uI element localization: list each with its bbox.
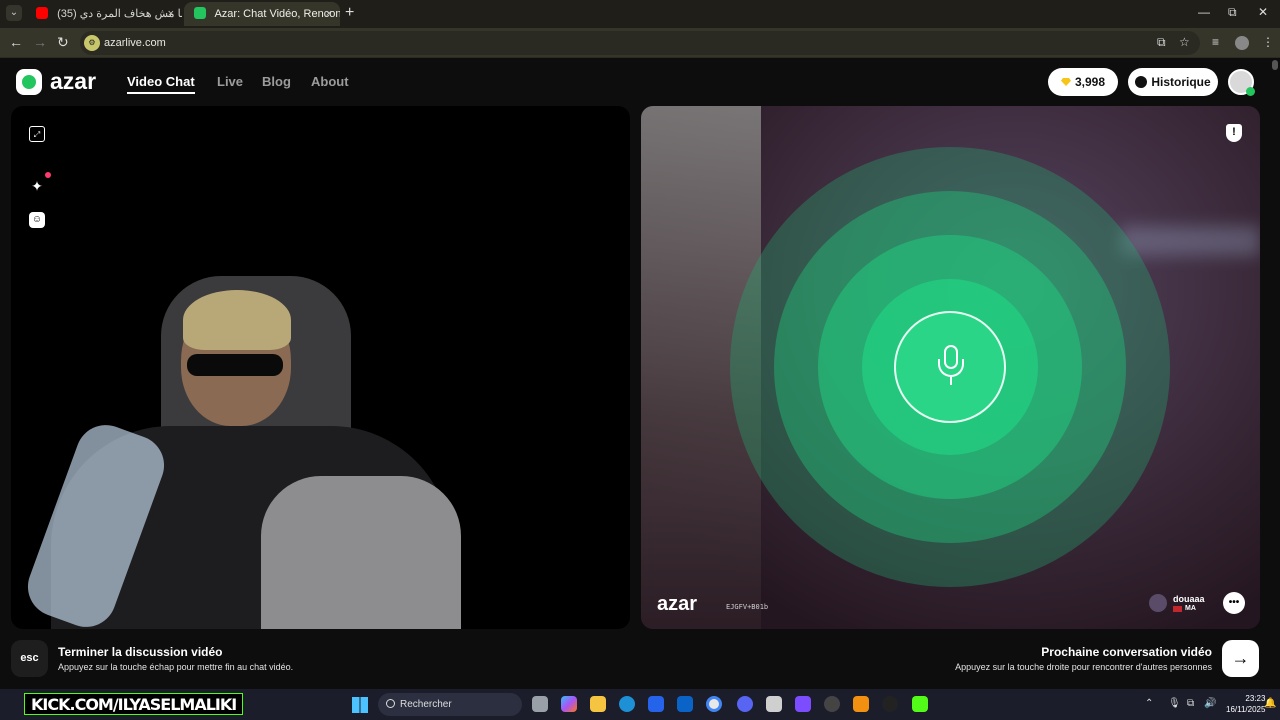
peer-info[interactable]: douaaa MA bbox=[1149, 592, 1221, 614]
obs-icon[interactable] bbox=[824, 696, 840, 712]
notification-bell-icon[interactable]: 🔔 bbox=[1264, 698, 1276, 709]
end-chat-hint: Appuyez sur la touche échap pour mettre … bbox=[58, 662, 294, 672]
maximize-button[interactable]: ⧉ bbox=[1228, 5, 1237, 20]
tab-azar[interactable]: Azar: Chat Vidéo, Rencontre × bbox=[184, 2, 340, 26]
azar-favicon-icon bbox=[194, 7, 206, 19]
mail-icon[interactable] bbox=[677, 696, 693, 712]
user-avatar[interactable] bbox=[1228, 69, 1255, 96]
nav-live[interactable]: Live bbox=[217, 74, 243, 89]
install-app-icon[interactable]: ⧉ bbox=[1157, 35, 1166, 50]
minimize-button[interactable]: — bbox=[1198, 5, 1210, 19]
search-placeholder: Rechercher bbox=[400, 699, 452, 710]
url-text: azarlive.com bbox=[104, 37, 166, 49]
search-icon bbox=[386, 699, 395, 708]
gem-icon bbox=[1060, 78, 1071, 86]
face-filter-icon[interactable]: ☺ bbox=[29, 212, 45, 228]
bookmark-star-icon[interactable]: ☆ bbox=[1179, 35, 1190, 49]
reload-icon[interactable]: ↻ bbox=[57, 34, 69, 51]
microphone-tray-icon[interactable]: 🎙 bbox=[1168, 698, 1181, 709]
taskbar-search[interactable]: Rechercher bbox=[378, 693, 522, 716]
chrome-icon[interactable] bbox=[706, 696, 722, 712]
kick-overlay-text: KICK.COM/ILYASELMALIKI bbox=[31, 695, 237, 714]
sunglasses-shape bbox=[187, 354, 283, 376]
reading-list-icon[interactable]: ≡ bbox=[1212, 35, 1219, 49]
gems-count: 3,998 bbox=[1074, 75, 1106, 89]
gems-balance-button[interactable]: 3,998 bbox=[1048, 68, 1118, 96]
clock-time: 23:23 bbox=[1245, 694, 1266, 703]
end-chat-title: Terminer la discussion vidéo bbox=[58, 645, 223, 659]
mic-foot bbox=[950, 377, 952, 385]
file-explorer-icon[interactable] bbox=[590, 696, 606, 712]
next-chat-button[interactable]: → bbox=[1222, 640, 1259, 677]
expand-icon[interactable]: ⤢ bbox=[29, 126, 45, 142]
discord-icon[interactable] bbox=[737, 696, 753, 712]
tab-youtube[interactable]: (35) أغنية أنا مش هخاف المرة دي × bbox=[26, 2, 182, 26]
history-label: Historique bbox=[1151, 75, 1211, 89]
new-tab-button[interactable]: + bbox=[345, 4, 354, 22]
youtube-icon bbox=[36, 7, 48, 19]
next-chat-title: Prochaine conversation vidéo bbox=[1041, 645, 1212, 659]
clock-icon bbox=[1135, 76, 1148, 88]
history-button[interactable]: Historique bbox=[1128, 68, 1218, 96]
system-clock[interactable]: 23:23 16/11/2025 bbox=[1226, 693, 1265, 715]
remote-video-panel: ! azar EJGFV+B01b douaaa MA ••• bbox=[641, 106, 1260, 629]
profile-avatar-icon[interactable] bbox=[1235, 36, 1249, 50]
microphone-icon bbox=[894, 311, 1006, 423]
tray-expand-icon[interactable]: ⌃ bbox=[1145, 698, 1153, 709]
edge-icon[interactable] bbox=[619, 696, 635, 712]
self-camera-feed bbox=[11, 276, 551, 629]
tab-label: Azar: Chat Vidéo, Rencontre bbox=[214, 8, 340, 20]
site-header: azar Video Chat Live Blog About 3,998 Hi… bbox=[0, 58, 1280, 106]
volume-icon[interactable]: 🔊 bbox=[1204, 698, 1216, 709]
morocco-flag-icon bbox=[1173, 606, 1182, 612]
close-window-button[interactable]: ✕ bbox=[1258, 5, 1268, 19]
page-scrollbar[interactable] bbox=[1272, 60, 1278, 70]
kick-app-icon[interactable] bbox=[912, 696, 928, 712]
mic-stand bbox=[938, 359, 964, 377]
forward-arrow-icon[interactable]: → bbox=[33, 34, 47, 50]
photos-icon[interactable] bbox=[766, 696, 782, 712]
esc-key-button[interactable]: esc bbox=[11, 640, 48, 677]
jacket-shape bbox=[261, 476, 461, 629]
game-controller-icon[interactable] bbox=[795, 696, 811, 712]
tab-search-button[interactable]: ⌄ bbox=[6, 5, 22, 21]
nav-about[interactable]: About bbox=[311, 74, 349, 89]
report-shield-icon[interactable]: ! bbox=[1226, 124, 1242, 142]
nav-blog[interactable]: Blog bbox=[262, 74, 291, 89]
windows-taskbar: KICK.COM/ILYASELMALIKI Rechercher ⌃ 🎙 ⧉ … bbox=[0, 689, 1280, 720]
clock-date: 16/11/2025 bbox=[1226, 705, 1266, 714]
azar-watermark: azar bbox=[657, 593, 698, 615]
logo-text[interactable]: azar bbox=[50, 68, 96, 95]
network-icon[interactable]: ⧉ bbox=[1187, 698, 1194, 709]
effects-sparkle-icon[interactable]: ✦ bbox=[29, 172, 51, 194]
background-light bbox=[1120, 226, 1260, 256]
address-bar-row: ← → ↻ ⚙ azarlive.com ⧉ ☆ ≡ ⋮ bbox=[0, 28, 1280, 58]
close-tab-icon[interactable]: × bbox=[168, 2, 174, 26]
back-arrow-icon[interactable]: ← bbox=[9, 34, 23, 50]
peer-country: MA bbox=[1185, 605, 1196, 612]
copilot-icon[interactable] bbox=[561, 696, 577, 712]
hair-shape bbox=[183, 290, 291, 350]
peer-avatar bbox=[1149, 594, 1167, 612]
windows-start-icon[interactable] bbox=[352, 697, 368, 713]
tab-label: (35) أغنية أنا مش هخاف المرة دي bbox=[57, 8, 182, 20]
browser-tab-bar: ⌄ (35) أغنية أنا مش هخاف المرة دي × Azar… bbox=[0, 0, 1280, 28]
task-view-icon[interactable] bbox=[532, 696, 548, 712]
app-dark-icon[interactable] bbox=[882, 696, 898, 712]
url-field[interactable]: ⚙ azarlive.com bbox=[80, 31, 1200, 55]
more-menu-icon[interactable]: ⋮ bbox=[1262, 35, 1274, 49]
site-info-icon[interactable]: ⚙ bbox=[84, 35, 100, 51]
azar-logo-icon[interactable] bbox=[16, 69, 42, 95]
next-chat-hint: Appuyez sur la touche droite pour rencon… bbox=[955, 662, 1212, 672]
kick-overlay-banner: KICK.COM/ILYASELMALIKI bbox=[24, 693, 244, 715]
app-a-icon[interactable] bbox=[853, 696, 869, 712]
self-video-panel: ⤢ ✦ ☺ bbox=[11, 106, 630, 629]
nav-video-chat[interactable]: Video Chat bbox=[127, 74, 195, 94]
watermark-code: EJGFV+B01b bbox=[726, 603, 769, 611]
peer-name: douaaa bbox=[1173, 594, 1205, 604]
close-tab-icon[interactable]: × bbox=[326, 2, 332, 26]
store-icon[interactable] bbox=[648, 696, 664, 712]
chat-bubble-icon[interactable]: ••• bbox=[1223, 592, 1245, 614]
